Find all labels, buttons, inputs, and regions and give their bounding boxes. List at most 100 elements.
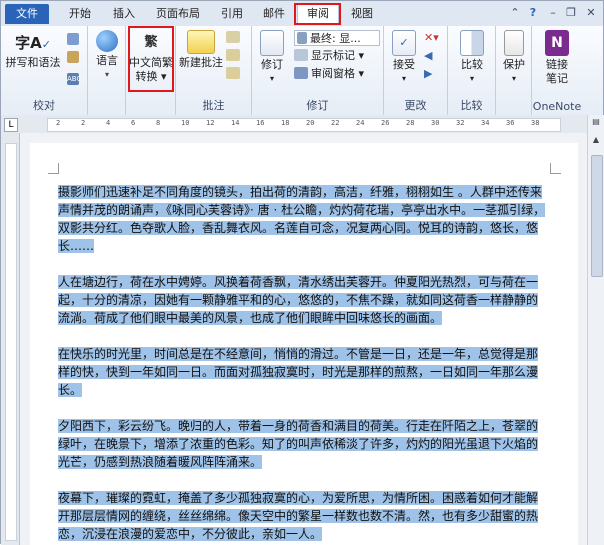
tab-view[interactable]: 视图 xyxy=(345,5,379,23)
accept-button[interactable]: ✓ 接受 ▾ xyxy=(386,30,422,86)
restore-icon[interactable]: ❐ xyxy=(563,6,579,20)
track-changes-label: 修订 xyxy=(261,58,283,71)
language-label: 语言 xyxy=(96,54,118,67)
close-icon[interactable]: ✕ xyxy=(583,6,599,20)
margin-corner-left xyxy=(48,163,59,174)
scroll-up-icon[interactable]: ▲ xyxy=(590,135,602,147)
paragraph-text: 摄影师们迅速补足不同角度的镜头，拍出荷的清韵，高洁，纤雅，栩栩如生 。人群中还传… xyxy=(58,185,546,253)
thesaurus-icon[interactable] xyxy=(67,50,82,66)
accept-dropdown-icon: ▾ xyxy=(401,74,406,83)
display-for-review-dropdown[interactable]: 最终: 显... xyxy=(294,30,380,46)
group-changes: ✓ 接受 ▾ ✕▾ ◀ ▶ 更改 xyxy=(384,26,448,115)
new-comment-label: 新建批注 xyxy=(179,56,223,69)
display-review-icon xyxy=(297,32,307,44)
ruler-tick-label: 16 xyxy=(256,119,265,127)
spelling-grammar-button[interactable]: 字A✓ 拼写和语法 xyxy=(5,30,61,70)
paragraph[interactable]: 夕阳西下，彩云纷飞。晚归的人，带着一身的荷香和满目的荷美。行走在阡陌之上，苍翠的… xyxy=(58,417,546,471)
track-changes-icon xyxy=(260,30,284,56)
tab-page-layout[interactable]: 页面布局 xyxy=(149,5,207,23)
language-button[interactable]: 语言 ▾ xyxy=(91,30,123,82)
previous-comment-icon[interactable] xyxy=(226,48,243,64)
vertical-ruler-scale xyxy=(5,143,17,541)
group-proofing: 字A✓ 拼写和语法 ABC 校对 xyxy=(1,26,88,115)
vertical-scrollbar[interactable]: ▤ ▲ xyxy=(587,115,604,545)
previous-change-icon[interactable]: ◀ xyxy=(424,48,432,64)
linked-notes-label-1: 链接 xyxy=(546,58,568,71)
paragraph[interactable]: 摄影师们迅速补足不同角度的镜头，拍出荷的清韵，高洁，纤雅，栩栩如生 。人群中还传… xyxy=(58,183,546,255)
ruler-tick-label: 18 xyxy=(281,119,290,127)
show-markup-label: 显示标记 xyxy=(311,49,355,62)
protect-label: 保护 xyxy=(503,58,525,71)
group-tracking: 修订 ▾ 最终: 显... 显示标记 ▾ 审阅窗格 ▾ 修订 xyxy=(252,26,384,115)
ruler-tick-label: 30 xyxy=(431,119,440,127)
research-icon[interactable] xyxy=(67,32,82,48)
vertical-ruler[interactable] xyxy=(1,133,20,545)
compare-documents-icon xyxy=(460,30,484,56)
horizontal-ruler[interactable]: L 2 2 4 6 8 10 12 14 16 18 20 22 24 26 28 30 32 34 36 38 xyxy=(1,115,603,134)
compare-label: 比较 xyxy=(461,58,483,71)
paragraph-text: 人在塘边行，荷在水中娉婷。风换着荷香飘，清水绣出芙蓉开。仲夏阳光热烈，可与荷在一… xyxy=(58,275,539,325)
tab-references[interactable]: 引用 xyxy=(215,5,249,23)
group-label-chinese-conversion: · xyxy=(126,100,175,113)
group-label-changes: 更改 xyxy=(404,99,427,112)
show-markup-button[interactable]: 显示标记 ▾ xyxy=(294,48,364,64)
tab-insert[interactable]: 插入 xyxy=(107,5,141,23)
chinese-conversion-label-1: 中文简繁 xyxy=(129,56,173,69)
tab-review[interactable]: 审阅 xyxy=(297,4,339,25)
group-onenote: N 链接 笔记 OneNote xyxy=(532,26,582,115)
ruler-tick-label: 6 xyxy=(131,119,136,127)
ruler-tick-label: 8 xyxy=(156,119,161,127)
protect-button[interactable]: 保护 ▾ xyxy=(498,30,530,86)
tab-mailings[interactable]: 邮件 xyxy=(257,5,291,23)
new-comment-button[interactable]: 新建批注 xyxy=(178,30,224,70)
language-dropdown-icon: ▾ xyxy=(104,70,109,79)
ribbon: 字A✓ 拼写和语法 ABC 校对 语言 ▾ 繁 中文简繁 转换 ▾ · xyxy=(1,26,603,116)
tab-selector-icon[interactable]: L xyxy=(4,118,18,132)
group-compare: 比较 ▾ 比较 xyxy=(448,26,496,115)
scroll-ruler-toggle-icon[interactable]: ▤ xyxy=(590,117,602,129)
globe-icon xyxy=(96,30,118,52)
next-change-icon[interactable]: ▶ xyxy=(424,66,432,82)
linked-notes-button[interactable]: N 链接 笔记 xyxy=(536,30,578,86)
track-changes-button[interactable]: 修订 ▾ xyxy=(254,30,290,86)
ruler-tick-label: 2 xyxy=(81,119,86,127)
paragraph-text: 夕阳西下，彩云纷飞。晚归的人，带着一身的荷香和满目的荷美。行走在阡陌之上，苍翠的… xyxy=(58,419,539,469)
group-label-tracking: 修订 xyxy=(306,99,329,112)
document-page[interactable]: 摄影师们迅速补足不同角度的镜头，拍出荷的清韵，高洁，纤雅，栩栩如生 。人群中还传… xyxy=(30,143,578,545)
ribbon-tab-bar: 文件 开始 插入 页面布局 引用 邮件 审阅 视图 ⌃ ? – ❐ ✕ xyxy=(1,1,603,27)
compare-dropdown-icon: ▾ xyxy=(469,74,474,83)
group-chinese-conversion: 繁 中文简繁 转换 ▾ · xyxy=(126,26,176,115)
track-changes-dropdown-icon: ▾ xyxy=(269,74,274,83)
group-label-proofing: 校对 xyxy=(33,99,55,112)
next-comment-icon[interactable] xyxy=(226,66,243,82)
ruler-tick-label: 34 xyxy=(481,119,490,127)
paragraph[interactable]: 在快乐的时光里，时间总是在不经意间，悄悄的滑过。不管是一日，还是一年，总觉得是那… xyxy=(58,345,546,399)
protect-document-icon xyxy=(504,30,524,56)
paragraph[interactable]: 夜幕下，璀璨的霓虹，掩盖了多少孤独寂寞的心，为爱所思，为情所困。困惑着如何才能解… xyxy=(58,489,546,543)
review-pane-label: 审阅窗格 xyxy=(311,67,355,80)
ribbon-collapse-icon[interactable]: ⌃ xyxy=(507,6,523,20)
paragraph[interactable]: 人在塘边行，荷在水中娉婷。风换着荷香飘，清水绣出芙蓉开。仲夏阳光热烈，可与荷在一… xyxy=(58,273,546,327)
ruler-tick-label: 36 xyxy=(506,119,515,127)
minimize-icon[interactable]: – xyxy=(545,6,561,20)
help-icon[interactable]: ? xyxy=(525,6,541,20)
tab-file[interactable]: 文件 xyxy=(5,4,49,24)
compare-button[interactable]: 比较 ▾ xyxy=(452,30,492,86)
scrollbar-thumb[interactable] xyxy=(591,155,603,277)
document-area[interactable]: 摄影师们迅速补足不同角度的镜头，拍出荷的清韵，高洁，纤雅，栩栩如生 。人群中还传… xyxy=(20,133,587,545)
ruler-scale: 2 2 4 6 8 10 12 14 16 18 20 22 24 26 28 30 32 34 36 38 xyxy=(47,118,561,132)
onenote-icon: N xyxy=(545,30,569,56)
ruler-tick-label: 4 xyxy=(106,119,111,127)
ruler-tick-label: 28 xyxy=(406,119,415,127)
group-label-comments: 批注 xyxy=(202,99,225,112)
delete-comment-icon[interactable] xyxy=(226,30,243,46)
review-pane-icon xyxy=(294,67,308,79)
chinese-conversion-button[interactable]: 繁 中文简繁 转换 ▾ xyxy=(128,30,174,84)
ruler-tick-label: 20 xyxy=(306,119,315,127)
reject-icon[interactable]: ✕▾ xyxy=(424,30,439,46)
ruler-tick-label: 38 xyxy=(531,119,540,127)
word-count-icon[interactable]: ABC xyxy=(67,68,82,85)
ruler-tick-label: 32 xyxy=(456,119,465,127)
review-pane-button[interactable]: 审阅窗格 ▾ xyxy=(294,66,364,82)
tab-home[interactable]: 开始 xyxy=(63,5,97,23)
